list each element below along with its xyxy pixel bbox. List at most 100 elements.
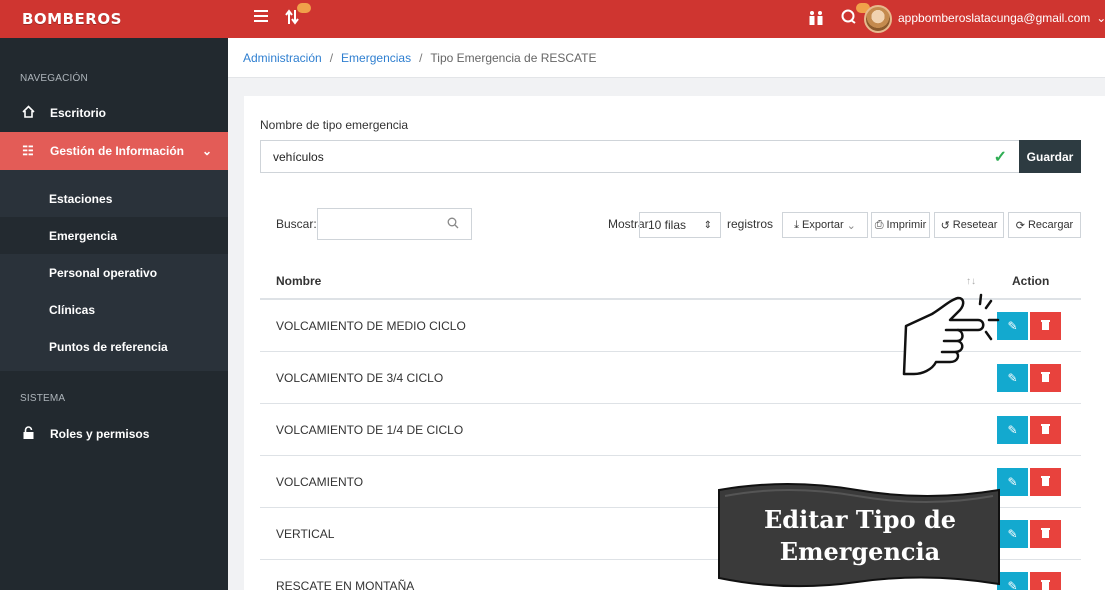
edit-button[interactable]: ✎ [997,468,1028,496]
sort-icon[interactable]: ↑↓ [966,276,976,287]
edit-button[interactable]: ✎ [997,416,1028,444]
check-icon: ✓ [993,148,1007,166]
row-actions: ✎ [997,364,1061,392]
trash-icon [1041,475,1050,489]
breadcrumb: Administración / Emergencias / Tipo Emer… [228,38,1105,78]
records-label: registros [727,217,774,231]
sidebar-item-estaciones[interactable]: Estaciones [0,180,228,217]
row-name: VOLCAMIENTO DE 1/4 DE CICLO [276,422,464,437]
row-actions: ✎ [997,572,1061,590]
edit-button[interactable]: ✎ [997,572,1028,590]
sidebar: NAVEGACIÓN Escritorio ☷ Gestión de Infor… [0,38,228,590]
delete-button[interactable] [1030,312,1061,340]
name-input-group: vehículos ✓ Guardar [260,140,1081,173]
name-input[interactable]: vehículos ✓ [260,140,1019,173]
lock-icon [20,426,36,442]
sidebar-item-label: Escritorio [50,106,107,120]
sidebar-item-label: Roles y permisos [50,427,150,441]
edit-button[interactable]: ✎ [997,520,1028,548]
table-toolbar: Buscar: Mostrar 10 filas ⇕ registros ⤓ E… [276,208,1081,240]
edit-icon: ✎ [1007,371,1018,385]
delete-button[interactable] [1030,572,1061,590]
notification-badge [297,3,311,13]
trash-icon [1041,579,1050,590]
name-field-label: Nombre de tipo emergencia [260,118,409,132]
row-actions: ✎ [997,312,1061,340]
sidebar-submenu: Estaciones Emergencia Personal operativo… [0,170,228,371]
export-button[interactable]: ⤓ Exportar ⌄ [782,212,868,238]
undo-icon: ↺ [940,219,950,232]
pointing-hand-icon [902,293,1000,376]
breadcrumb-current: Tipo Emergencia de RESCATE [430,50,597,65]
sidebar-section-nav: NAVEGACIÓN [20,73,88,84]
updown-icon: ⇕ [703,219,712,231]
brand-logo[interactable]: BOMBEROS [0,0,228,38]
user-menu[interactable]: appbomberoslatacunga@gmail.com ⌄ [898,11,1105,25]
reload-label: Recargar [1027,219,1074,231]
row-name: VOLCAMIENTO DE 3/4 CICLO [276,370,444,385]
avatar[interactable] [864,5,892,33]
download-icon: ⤓ [794,218,800,231]
delete-button[interactable] [1030,364,1061,392]
chat-icon[interactable] [840,3,870,25]
top-navbar: BOMBEROS appbomberoslatacunga@gmail.com … [0,0,1105,38]
delete-button[interactable] [1030,416,1061,444]
user-email: appbomberoslatacunga@gmail.com [898,11,1091,25]
trash-icon [1041,527,1050,541]
column-header-action: Action [1012,274,1050,288]
sidebar-item-label: Gestión de Información [50,144,185,158]
save-button[interactable]: Guardar [1019,140,1081,173]
print-icon: ⎙ [874,218,884,231]
swap-icon[interactable] [285,3,311,25]
sidebar-item-roles[interactable]: Roles y permisos [0,415,228,453]
breadcrumb-link-emergencias[interactable]: Emergencias [341,51,411,65]
callout-banner: Editar Tipo de Emergencia [730,504,990,568]
home-icon [20,105,36,121]
delete-button[interactable] [1030,520,1061,548]
sidebar-item-escritorio[interactable]: Escritorio [0,94,228,132]
people-icon[interactable] [808,10,824,26]
rows-per-page-value: 10 filas [648,218,687,232]
row-name: RESCATE EN MONTAÑA [276,578,415,590]
sidebar-item-clinicas[interactable]: Clínicas [0,291,228,328]
list-icon: ☷ [22,143,34,158]
reset-button[interactable]: ↺ Resetear [934,212,1004,238]
sidebar-item-puntos[interactable]: Puntos de referencia [0,328,228,365]
export-label: Exportar [802,219,844,231]
delete-button[interactable] [1030,468,1061,496]
sidebar-item-emergencia[interactable]: Emergencia [0,217,228,254]
breadcrumb-separator: / [329,50,334,65]
row-name: VOLCAMIENTO DE MEDIO CICLO [276,318,466,333]
callout-line-1: Editar Tipo de [764,505,956,534]
search-input[interactable] [317,208,472,240]
row-name: VERTICAL [276,526,335,541]
search-icon [447,217,459,232]
name-input-value: vehículos [273,149,324,164]
edit-icon: ✎ [1007,319,1018,333]
edit-icon: ✎ [1007,579,1018,590]
breadcrumb-separator: / [419,50,423,65]
reload-button[interactable]: ⟳ Recargar [1008,212,1081,238]
table-row: VOLCAMIENTO DE 1/4 DE CICLO ✎ [260,404,1081,456]
menu-icon[interactable] [254,9,268,23]
edit-icon: ✎ [1007,423,1018,437]
column-header-name[interactable]: Nombre [276,274,321,288]
sidebar-item-personal[interactable]: Personal operativo [0,254,228,291]
sidebar-item-gestion[interactable]: ☷ Gestión de Información ⌄ [0,132,228,170]
row-actions: ✎ [997,520,1061,548]
row-actions: ✎ [997,468,1061,496]
callout-line-2: Emergencia [779,537,941,566]
edit-icon: ✎ [1007,475,1018,489]
breadcrumb-link-administracion[interactable]: Administración [243,51,322,65]
row-name: VOLCAMIENTO [276,474,364,489]
trash-icon [1041,423,1050,437]
row-actions: ✎ [997,416,1061,444]
refresh-icon: ⟳ [1015,219,1025,232]
rows-per-page-select[interactable]: 10 filas ⇕ [639,212,721,238]
search-label: Buscar: [276,217,317,231]
chevron-down-icon: ⌄ [201,144,212,158]
print-button[interactable]: ⎙ Imprimir [871,212,930,238]
print-label: Imprimir [886,219,927,231]
chevron-down-icon: ⌄ [1096,11,1105,25]
trash-icon [1041,319,1050,333]
